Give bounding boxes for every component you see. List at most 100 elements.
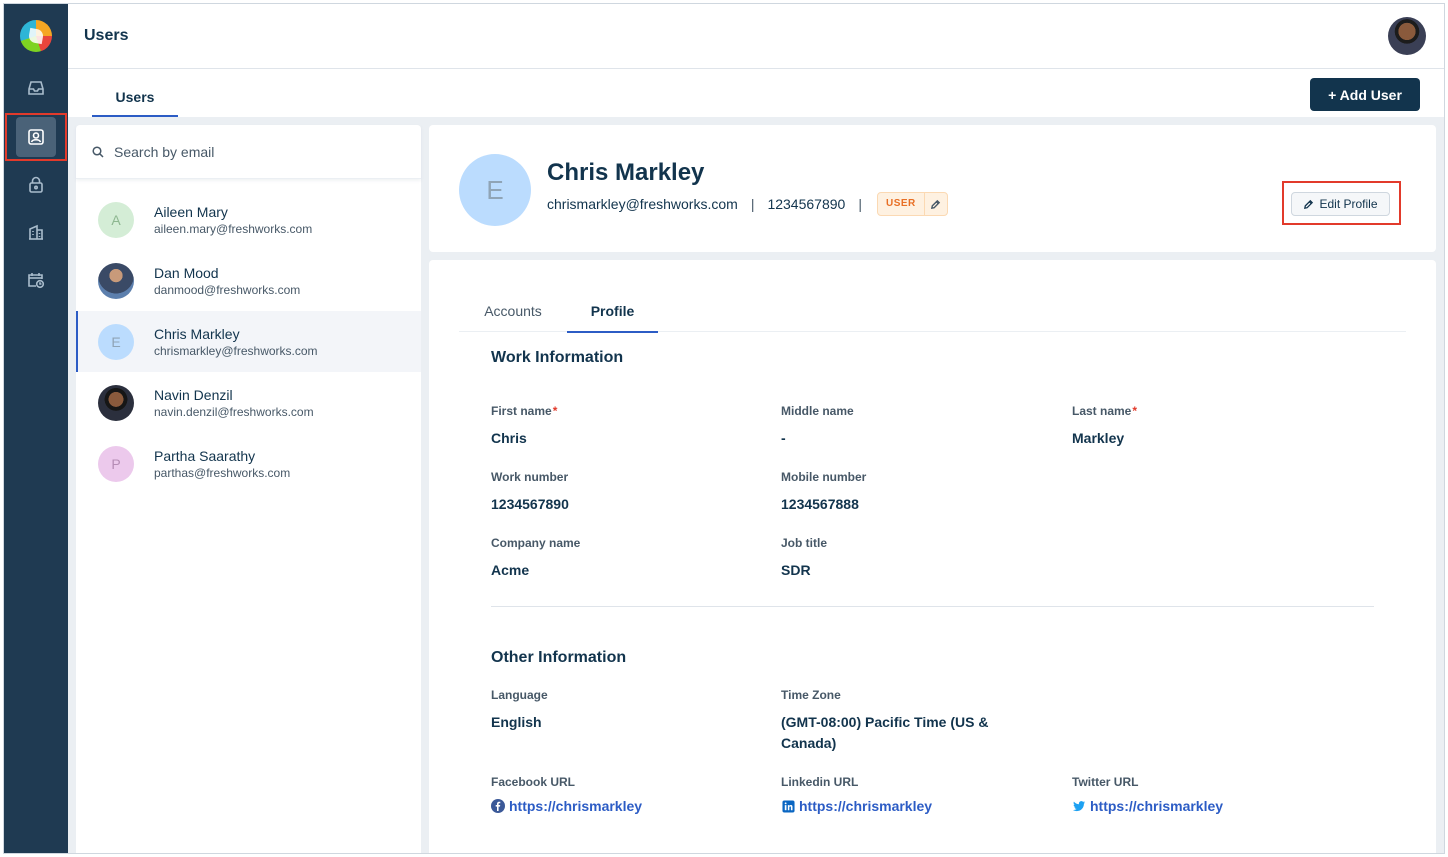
add-user-button[interactable]: + Add User <box>1310 78 1420 111</box>
work-information-heading: Work Information <box>491 349 624 366</box>
nav-rail <box>4 4 68 853</box>
section-divider <box>491 606 1374 607</box>
field-label: Language <box>491 688 548 702</box>
users-tabbar: Users + Add User <box>68 69 1444 117</box>
tab-users[interactable]: Users <box>92 69 178 117</box>
required-mark: * <box>552 404 558 418</box>
company-name-field: Company name Acme <box>491 535 580 581</box>
first-name-field: First name* Chris <box>491 403 557 449</box>
user-name: Navin Denzil <box>154 386 233 403</box>
field-value: English <box>491 714 542 730</box>
field-value: 1234567888 <box>781 496 859 512</box>
search-bar <box>76 125 421 179</box>
list-item[interactable]: Navin Denzil navin.denzil@freshworks.com <box>76 372 421 433</box>
middle-name-field: Middle name - <box>781 403 854 449</box>
user-name: Dan Mood <box>154 264 219 281</box>
field-value: Chris <box>491 430 527 446</box>
avatar: E <box>98 323 134 360</box>
profile-meta: chrismarkley@freshworks.com | 1234567890… <box>547 192 948 216</box>
user-info: Navin Denzil navin.denzil@freshworks.com <box>154 386 314 420</box>
profile-name: Chris Markley <box>547 159 705 186</box>
field-value: 1234567890 <box>491 496 569 512</box>
app-window: Users Users + Add User A Aileen Mary ail… <box>3 3 1445 854</box>
field-value: Markley <box>1072 430 1125 446</box>
field-label: Middle name <box>781 404 854 418</box>
avatar <box>98 262 134 299</box>
separator: | <box>750 196 755 212</box>
calendar-clock-icon[interactable] <box>16 260 56 300</box>
field-label: Last name <box>1072 404 1132 418</box>
user-email: navin.denzil@freshworks.com <box>154 404 314 419</box>
facebook-icon <box>491 799 505 813</box>
field-value: (GMT-08:00) Pacific Time (US & Canada) <box>781 714 989 751</box>
profile-details-card: Accounts Profile Work Information First … <box>429 260 1436 853</box>
lock-icon[interactable] <box>16 165 56 205</box>
field-label: Facebook URL <box>491 775 576 789</box>
profile-avatar: E <box>459 154 531 226</box>
profile-email: chrismarkley@freshworks.com <box>547 196 738 212</box>
avatar: A <box>98 201 134 238</box>
tab-profile[interactable]: Profile <box>567 290 658 333</box>
list-item[interactable]: P Partha Saarathy parthas@freshworks.com <box>76 433 421 494</box>
inbox-icon[interactable] <box>16 68 56 108</box>
building-icon[interactable] <box>16 212 56 252</box>
field-value: SDR <box>781 562 811 578</box>
detail-tabs: Accounts Profile <box>459 290 1406 333</box>
profile-phone: 1234567890 <box>767 196 846 212</box>
page-title: Users <box>84 27 129 44</box>
field-value: Acme <box>491 562 530 578</box>
highlight-box-nav <box>5 113 67 161</box>
profile-header-card: E Chris Markley chrismarkley@freshworks.… <box>429 125 1436 252</box>
field-value: - <box>781 430 786 446</box>
work-number-field: Work number 1234567890 <box>491 469 569 515</box>
field-label: Job title <box>781 536 828 550</box>
role-label: USER <box>878 193 925 215</box>
field-label: Mobile number <box>781 470 867 484</box>
user-email: chrismarkley@freshworks.com <box>154 343 318 358</box>
time-zone-field: Time Zone (GMT-08:00) Pacific Time (US &… <box>781 687 1021 754</box>
freshworks-logo[interactable] <box>20 20 52 52</box>
user-name: Aileen Mary <box>154 203 228 220</box>
list-item[interactable]: Dan Mood danmood@freshworks.com <box>76 250 421 311</box>
language-field: Language English <box>491 687 548 733</box>
facebook-link[interactable]: https://chrismarkley <box>509 796 642 816</box>
field-label: Linkedin URL <box>781 775 859 789</box>
field-label: Work number <box>491 470 569 484</box>
user-name: Chris Markley <box>154 325 240 342</box>
separator: | <box>858 196 862 212</box>
required-mark: * <box>1132 404 1138 418</box>
list-item[interactable]: A Aileen Mary aileen.mary@freshworks.com <box>76 189 421 250</box>
linkedin-url-field: Linkedin URL https://chrismarkley <box>781 774 932 816</box>
search-input[interactable] <box>114 143 394 160</box>
user-info: Dan Mood danmood@freshworks.com <box>154 264 300 298</box>
top-header: Users <box>68 4 1444 69</box>
user-email: aileen.mary@freshworks.com <box>154 221 313 236</box>
user-list-panel: A Aileen Mary aileen.mary@freshworks.com… <box>76 125 421 853</box>
search-icon <box>92 145 106 159</box>
facebook-url-field: Facebook URL https://chrismarkley <box>491 774 642 816</box>
edit-profile-label: Edit Profile <box>1319 197 1378 211</box>
last-name-field: Last name* Markley <box>1072 403 1137 449</box>
edit-profile-button[interactable]: Edit Profile <box>1291 192 1390 216</box>
pencil-icon <box>1304 199 1314 209</box>
linkedin-icon <box>781 799 795 813</box>
linkedin-link[interactable]: https://chrismarkley <box>799 796 932 816</box>
field-label: Twitter URL <box>1072 775 1139 789</box>
tab-accounts[interactable]: Accounts <box>459 290 567 332</box>
field-label: Company name <box>491 536 581 550</box>
current-user-avatar[interactable] <box>1388 17 1426 55</box>
other-information-heading: Other Information <box>491 649 627 666</box>
job-title-field: Job title SDR <box>781 535 827 581</box>
user-info: Aileen Mary aileen.mary@freshworks.com <box>154 203 312 237</box>
user-info: Partha Saarathy parthas@freshworks.com <box>154 447 290 481</box>
user-email: danmood@freshworks.com <box>154 282 301 297</box>
mobile-number-field: Mobile number 1234567888 <box>781 469 866 515</box>
twitter-icon <box>1072 799 1086 813</box>
list-item[interactable]: E Chris Markley chrismarkley@freshworks.… <box>76 311 421 372</box>
user-email: parthas@freshworks.com <box>154 465 291 480</box>
twitter-url-field: Twitter URL https://chrismarkley <box>1072 774 1223 816</box>
field-label: Time Zone <box>781 688 841 702</box>
pencil-icon[interactable] <box>925 193 947 215</box>
twitter-link[interactable]: https://chrismarkley <box>1090 796 1223 816</box>
user-info: Chris Markley chrismarkley@freshworks.co… <box>154 325 318 359</box>
